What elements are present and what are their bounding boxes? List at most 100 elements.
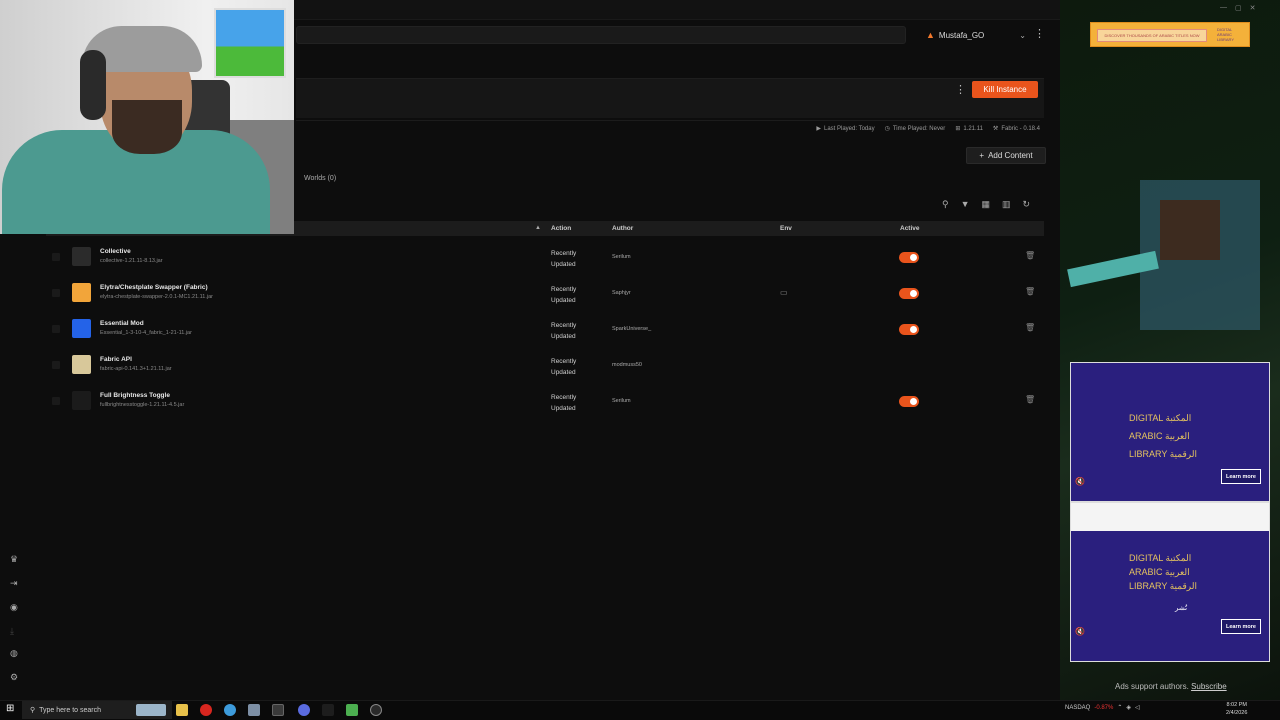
discord-taskbar-icon[interactable] bbox=[298, 704, 310, 716]
kill-instance-button[interactable]: Kill Instance bbox=[972, 81, 1038, 98]
minecraft-launcher-icon[interactable] bbox=[346, 704, 358, 716]
stock-ticker-name: NASDAQ bbox=[1065, 704, 1091, 711]
mod-action: Recently Updated bbox=[551, 250, 577, 268]
active-toggle[interactable] bbox=[899, 396, 919, 407]
mod-author[interactable]: Serilum bbox=[612, 398, 631, 404]
discord-icon[interactable]: ◉ bbox=[10, 602, 18, 613]
ad1-line2: ARABIC العربية bbox=[1129, 431, 1190, 441]
row-checkbox[interactable] bbox=[52, 253, 60, 261]
webcam-headphones bbox=[80, 50, 106, 120]
mod-author[interactable]: SparkUniverse_ bbox=[612, 326, 651, 332]
column-env[interactable]: Env bbox=[780, 225, 792, 232]
subscribe-link[interactable]: Subscribe bbox=[1191, 682, 1227, 691]
search-highlight-icon[interactable] bbox=[136, 704, 166, 716]
instance-stats: ▶ Last Played: Today ◷ Time Played: Never … bbox=[296, 120, 1040, 136]
learn-more-button[interactable]: Learn more bbox=[1221, 619, 1261, 634]
column-author[interactable]: Author bbox=[612, 225, 633, 232]
mod-filename: fabric-api-0.141.3+1.21.11.jar bbox=[100, 366, 172, 372]
menu-more-icon[interactable]: ⋮ bbox=[1034, 27, 1045, 40]
active-toggle[interactable] bbox=[899, 288, 919, 299]
mod-author[interactable]: Saphjyr bbox=[612, 290, 631, 296]
clock-icon: ◷ bbox=[884, 126, 890, 132]
add-content-button[interactable]: + Add Content bbox=[966, 147, 1046, 164]
top-banner-logo: DIGITAL ARABIC LIBRARY bbox=[1217, 27, 1235, 42]
media-player-icon[interactable] bbox=[370, 704, 382, 716]
mod-row[interactable]: Collective collective-1.21.11-8.13.jar Rec… bbox=[46, 240, 1044, 274]
active-toggle[interactable] bbox=[899, 324, 919, 335]
column-active[interactable]: Active bbox=[900, 225, 920, 232]
add-content-label: Add Content bbox=[988, 151, 1033, 160]
account-name: Mustafa_GO bbox=[938, 30, 985, 40]
windows-start-icon[interactable]: ⊞ bbox=[6, 703, 14, 714]
row-checkbox[interactable] bbox=[52, 325, 60, 333]
volume-icon[interactable]: ◁ bbox=[1135, 704, 1140, 711]
column-action[interactable]: Action bbox=[551, 225, 571, 232]
time-played: ◷ Time Played: Never bbox=[884, 125, 946, 133]
calculator-icon[interactable] bbox=[248, 704, 260, 716]
mod-row[interactable]: Full Brightness Toggle fullbrightnesstogg… bbox=[46, 384, 1044, 418]
tab-worlds[interactable]: Worlds (0) bbox=[304, 175, 336, 182]
network-icon[interactable]: ◈ bbox=[1126, 704, 1131, 711]
mute-icon[interactable]: 🔇 bbox=[1075, 477, 1085, 486]
ads-support-text: Ads support authors. bbox=[1115, 682, 1189, 691]
row-checkbox[interactable] bbox=[52, 361, 60, 369]
refresh-icon[interactable]: ↻ bbox=[1023, 199, 1031, 210]
toggle-knob bbox=[910, 326, 917, 333]
account-switcher[interactable]: ▲ Mustafa_GO ⌄ bbox=[926, 26, 1026, 44]
file-explorer-icon[interactable] bbox=[176, 704, 188, 716]
window-controls: — ▢ ✕ bbox=[1220, 4, 1256, 12]
ad2-subtitle: تُشر bbox=[1175, 605, 1188, 612]
mod-author[interactable]: modmuss50 bbox=[612, 362, 642, 368]
mod-row[interactable]: Elytra/Chestplate Swapper (Fabric) elytra… bbox=[46, 276, 1044, 310]
filter-icon[interactable]: ▼ bbox=[961, 199, 970, 210]
top-banner-ad[interactable]: DISCOVER THOUSANDS OF ARABIC TITLES NOW … bbox=[1090, 22, 1250, 47]
mute-icon[interactable]: 🔇 bbox=[1075, 627, 1085, 636]
mod-icon bbox=[72, 319, 91, 338]
taskbar-clock[interactable]: 8:02 PM 2/4/2026 bbox=[1226, 701, 1247, 717]
clock-time: 8:02 PM bbox=[1226, 702, 1247, 708]
row-checkbox[interactable] bbox=[52, 289, 60, 297]
trash-icon[interactable]: 🗑 bbox=[1025, 323, 1035, 332]
trash-icon[interactable]: 🗑 bbox=[1025, 251, 1035, 260]
instance-more-icon[interactable]: ⋮ bbox=[955, 83, 966, 96]
plus-icon: + bbox=[979, 151, 985, 160]
gear-icon[interactable]: ⚙ bbox=[10, 672, 18, 683]
mod-author[interactable]: Serilum bbox=[612, 254, 631, 260]
system-tray: NASDAQ -0.87% ⌃ ◈ ◁ bbox=[1065, 704, 1140, 712]
monitor-icon: ▭ bbox=[780, 288, 788, 297]
ad2-line2: ARABIC العربية bbox=[1129, 567, 1190, 577]
updates-icon[interactable]: ◍ bbox=[10, 648, 18, 659]
taskbar-search-placeholder: Type here to search bbox=[39, 706, 102, 714]
download-icon[interactable]: ⤓ bbox=[10, 626, 14, 637]
chrome-icon[interactable] bbox=[224, 704, 236, 716]
crown-icon[interactable]: ♛ bbox=[10, 554, 18, 565]
mod-row[interactable]: Fabric API fabric-api-0.141.3+1.21.11.jar… bbox=[46, 348, 1044, 382]
sidebar: ♛ ⇥ ◉ ⤓ ◍ ⚙ bbox=[0, 548, 30, 693]
minimize-icon[interactable]: — bbox=[1220, 4, 1227, 12]
instance-search-bar[interactable] bbox=[296, 26, 906, 44]
top-banner-text: DISCOVER THOUSANDS OF ARABIC TITLES NOW bbox=[1097, 29, 1207, 42]
webcam-person-beard bbox=[112, 100, 182, 154]
ad-digital-arabic-library-2[interactable]: DIGITAL المكتبة ARABIC العربية LIBRARY ا… bbox=[1070, 502, 1270, 662]
chevron-up-icon[interactable]: ⌃ bbox=[1117, 704, 1122, 711]
opera-icon[interactable] bbox=[200, 704, 212, 716]
controller-icon: ⊞ bbox=[955, 126, 961, 132]
mod-row[interactable]: Essential Mod Essential_1-3-10-4_fabric_1… bbox=[46, 312, 1044, 346]
active-toggle[interactable] bbox=[899, 252, 919, 263]
ad2-line3: LIBRARY الرقمية bbox=[1129, 581, 1197, 591]
ad-digital-arabic-library-1[interactable]: DIGITAL المكتبة ARABIC العربية LIBRARY ا… bbox=[1070, 362, 1270, 502]
sort-asc-icon[interactable]: ▲ bbox=[535, 225, 541, 231]
ads-support-note: Ads support authors. Subscribe bbox=[1115, 682, 1227, 691]
row-checkbox[interactable] bbox=[52, 397, 60, 405]
login-icon[interactable]: ⇥ bbox=[10, 578, 18, 589]
capcut-icon[interactable] bbox=[322, 704, 334, 716]
search-icon[interactable]: ⚲ bbox=[942, 199, 949, 210]
columns-icon[interactable]: ▥ bbox=[1002, 199, 1011, 210]
trash-icon[interactable]: 🗑 bbox=[1025, 395, 1035, 404]
close-icon[interactable]: ✕ bbox=[1250, 4, 1256, 12]
grid-view-icon[interactable]: ▦ bbox=[982, 199, 991, 210]
maximize-icon[interactable]: ▢ bbox=[1235, 4, 1242, 12]
trash-icon[interactable]: 🗑 bbox=[1025, 287, 1035, 296]
learn-more-button[interactable]: Learn more bbox=[1221, 469, 1261, 484]
app-icon[interactable] bbox=[272, 704, 284, 716]
